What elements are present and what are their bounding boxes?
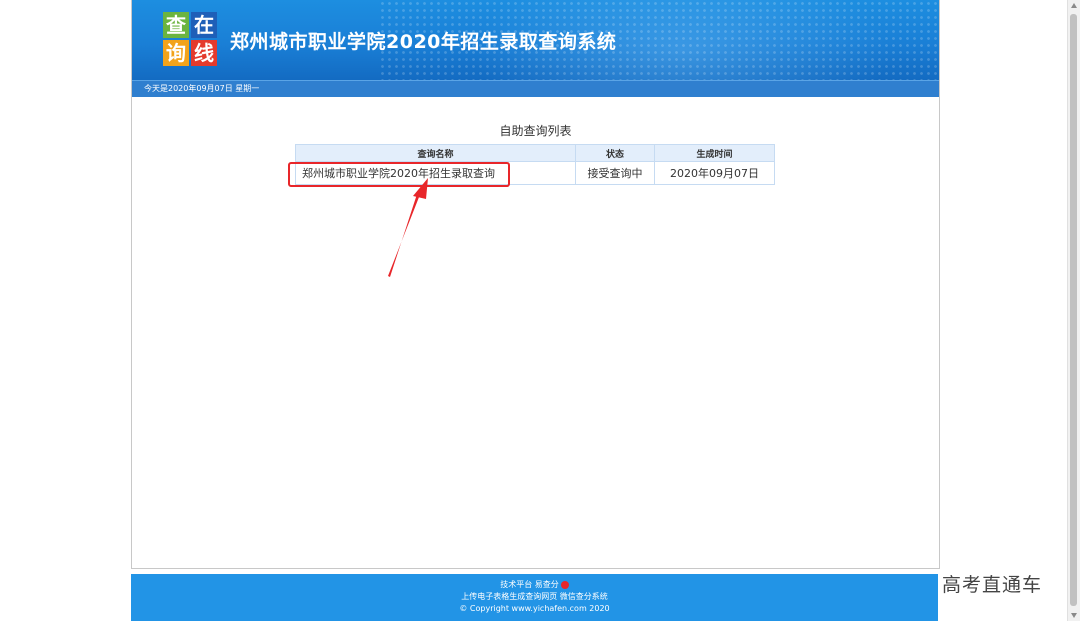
logo-char-3: 询 bbox=[163, 40, 189, 66]
page-frame: 查 在 询 线 郑州城市职业学院2020年招生录取查询系统 今天是2020年09… bbox=[131, 0, 940, 569]
date-bar: 今天是2020年09月07日 星期一 bbox=[132, 80, 939, 97]
footer: 技术平台 易查分 上传电子表格生成查询网页 微信查分系统 © Copyright… bbox=[131, 574, 938, 621]
column-header-time: 生成时间 bbox=[654, 144, 775, 162]
footer-platform-link[interactable]: 技术平台 易查分 bbox=[500, 580, 559, 589]
date-text: 今天是2020年09月07日 星期一 bbox=[144, 84, 260, 93]
logo-char-1: 查 bbox=[163, 12, 189, 38]
site-logo[interactable]: 查 在 询 线 bbox=[163, 12, 217, 66]
highlight-box bbox=[288, 162, 510, 187]
logo-char-2: 在 bbox=[191, 12, 217, 38]
column-header-name: 查询名称 bbox=[295, 144, 576, 162]
annotation-arrow-shaft bbox=[388, 191, 421, 277]
query-time: 2020年09月07日 bbox=[654, 161, 775, 185]
scroll-up-icon[interactable] bbox=[1071, 3, 1077, 8]
yichafen-icon bbox=[560, 580, 569, 589]
watermark-text: 高考直通车 bbox=[942, 574, 1043, 596]
table-header-row: 查询名称 状态 生成时间 bbox=[295, 144, 775, 162]
footer-line-2[interactable]: 上传电子表格生成查询网页 微信查分系统 bbox=[131, 591, 938, 603]
vertical-scrollbar[interactable] bbox=[1067, 0, 1080, 621]
footer-copyright: © Copyright www.yichafen.com 2020 bbox=[459, 604, 610, 613]
footer-line-1[interactable]: 技术平台 易查分 bbox=[131, 579, 938, 591]
column-header-status: 状态 bbox=[575, 144, 655, 162]
logo-char-4: 线 bbox=[191, 40, 217, 66]
scroll-down-icon[interactable] bbox=[1071, 613, 1077, 618]
scrollbar-thumb[interactable] bbox=[1070, 14, 1077, 606]
site-title: 郑州城市职业学院2020年招生录取查询系统 bbox=[230, 31, 617, 53]
list-title: 自助查询列表 bbox=[499, 124, 572, 138]
header-banner: 查 在 询 线 郑州城市职业学院2020年招生录取查询系统 bbox=[132, 0, 939, 80]
query-status: 接受查询中 bbox=[575, 161, 655, 185]
